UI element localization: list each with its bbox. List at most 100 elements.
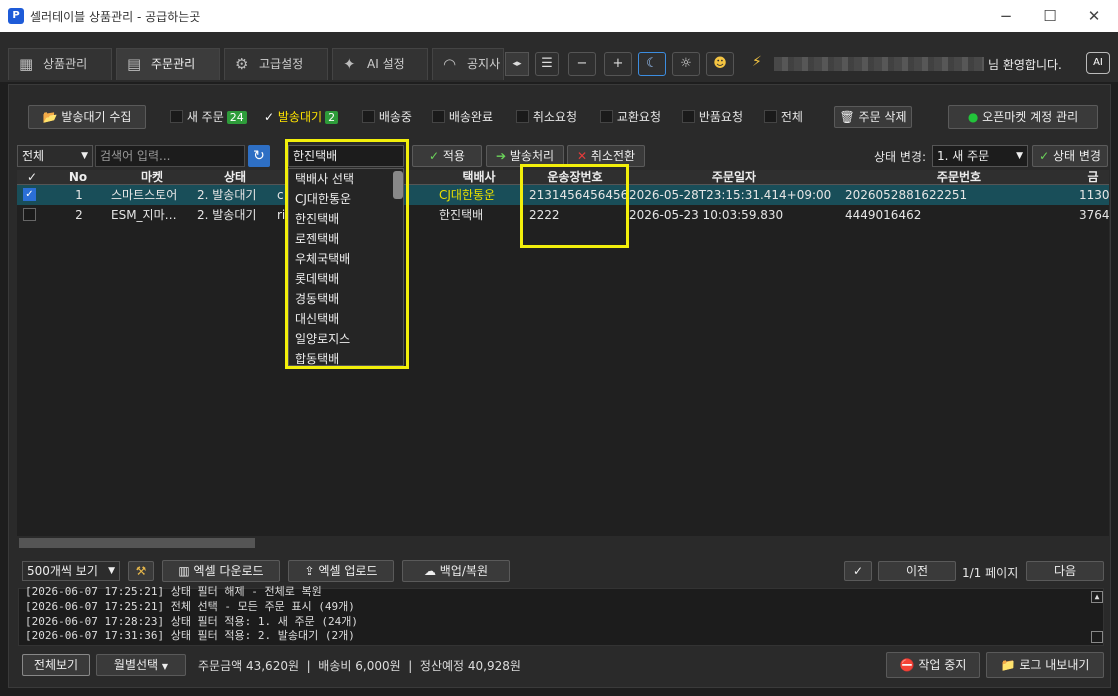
welcome-text: 님 환영합니다. bbox=[988, 58, 1062, 72]
search-input[interactable]: 검색어 입력... bbox=[95, 145, 245, 167]
scope-select[interactable]: 전체 ▼ bbox=[17, 145, 93, 167]
excel-upload-button[interactable]: ⇪ 엑셀 업로드 bbox=[288, 560, 394, 582]
cell-no: 2 bbox=[75, 208, 83, 222]
log-line: [2026-06-07 17:31:36] 상태 필터 적용: 2. 발송대기 … bbox=[25, 629, 355, 642]
filter-checkbox[interactable] bbox=[516, 110, 529, 123]
filter-cancel-req[interactable]: 취소요청 bbox=[516, 108, 577, 126]
header-status[interactable]: 상태 bbox=[195, 170, 275, 185]
close-icon[interactable]: ✕ bbox=[1084, 6, 1104, 26]
status-change-button[interactable]: ✓ 상태 변경 bbox=[1032, 145, 1108, 167]
tab-scroll-arrows[interactable]: ◂▸ bbox=[505, 52, 529, 76]
filter-exchange-req[interactable]: 교환요청 bbox=[600, 108, 661, 126]
maximize-icon[interactable]: ☐ bbox=[1040, 6, 1060, 26]
tab-ai[interactable]: ✦ AI 설정 bbox=[332, 48, 428, 80]
filter-checkbox[interactable] bbox=[170, 110, 183, 123]
sparkle-icon: ✦ bbox=[343, 55, 356, 73]
status-select[interactable]: 1. 새 주문 ▼ bbox=[932, 145, 1028, 167]
filter-shipping[interactable]: 배송중 bbox=[362, 108, 412, 126]
ai-chat-icon[interactable]: AI bbox=[1086, 52, 1110, 74]
header-check[interactable]: ✓ bbox=[17, 170, 47, 185]
collect-button[interactable]: 📂 발송대기 수집 bbox=[28, 105, 146, 129]
scroll-up-icon[interactable]: ▲ bbox=[1091, 591, 1103, 603]
folder-icon: 📂 bbox=[42, 110, 58, 124]
filter-return-req[interactable]: 반품요청 bbox=[682, 108, 743, 126]
filter-delivered[interactable]: 배송완료 bbox=[432, 108, 493, 126]
folder-icon: 📁 bbox=[1000, 658, 1016, 672]
scope-select-value: 전체 bbox=[22, 149, 45, 163]
monthly-label: 월별선택 bbox=[113, 658, 159, 672]
filter-checkbox[interactable] bbox=[600, 110, 613, 123]
arrow-right-icon: ➔ bbox=[495, 149, 507, 163]
filter-waiting[interactable]: ✓ 발송대기 2 bbox=[264, 108, 339, 126]
filter-label: 배송중 bbox=[378, 110, 412, 124]
header-order-date[interactable]: 주문일자 bbox=[627, 170, 841, 185]
page-size-select[interactable]: 500개씩 보기 ▼ bbox=[22, 561, 120, 581]
filter-label: 새 주문 bbox=[186, 110, 224, 124]
scroll-down-icon[interactable] bbox=[1091, 631, 1103, 643]
search-placeholder: 검색어 입력... bbox=[100, 149, 171, 163]
filter-checkbox[interactable] bbox=[432, 110, 445, 123]
chevron-down-icon: ▼ bbox=[81, 151, 88, 161]
tab-label: 주문관리 bbox=[151, 57, 196, 71]
cell-status: 2. 발송대기 bbox=[197, 208, 257, 222]
tab-notice[interactable]: ◠ 공지사 bbox=[432, 48, 504, 80]
openmarket-label: 오픈마켓 계정 관리 bbox=[982, 110, 1079, 124]
filter-label: 반품요청 bbox=[698, 110, 743, 124]
prev-button[interactable]: 이전 bbox=[878, 561, 956, 581]
backup-button[interactable]: ☁ 백업/복원 bbox=[402, 560, 510, 582]
apply-button[interactable]: ✓ 적용 bbox=[412, 145, 482, 167]
cell-order-no: 4449016462 bbox=[845, 208, 922, 222]
excel-download-button[interactable]: ▥ 엑셀 다운로드 bbox=[162, 560, 280, 582]
filter-checkbox[interactable] bbox=[682, 110, 695, 123]
emoji-icon[interactable]: ☻ bbox=[706, 52, 734, 76]
refresh-icon[interactable]: ↻ bbox=[248, 145, 270, 167]
next-button[interactable]: 다음 bbox=[1026, 561, 1104, 581]
cell-market: ESM_지마… bbox=[111, 208, 177, 222]
header-order-no[interactable]: 주문번호 bbox=[841, 170, 1077, 185]
sun-icon[interactable]: ☼ bbox=[672, 52, 700, 76]
trash-icon: 🗑 bbox=[839, 110, 855, 124]
log-export-button[interactable]: 📁 로그 내보내기 bbox=[986, 652, 1104, 678]
filter-label: 발송대기 bbox=[277, 110, 323, 124]
monthly-select-button[interactable]: 월별선택 ▼ bbox=[96, 654, 186, 676]
filter-label: 취소요청 bbox=[532, 110, 577, 124]
minimize-icon[interactable]: − bbox=[996, 6, 1016, 26]
row-checkbox[interactable]: ✓ bbox=[23, 188, 36, 201]
header-extra[interactable]: 금 bbox=[1077, 170, 1109, 185]
header-no[interactable]: No bbox=[47, 170, 109, 185]
check-icon: ✓ bbox=[429, 149, 440, 163]
filter-new[interactable]: 새 주문 24 bbox=[170, 108, 247, 126]
tab-order[interactable]: ▤ 주문관리 bbox=[116, 48, 220, 80]
upload-icon: ⇪ bbox=[304, 564, 315, 578]
moon-icon[interactable]: ☾ bbox=[638, 52, 666, 76]
header-courier[interactable]: 택배사 bbox=[435, 170, 523, 185]
log-export-label: 로그 내보내기 bbox=[1019, 658, 1090, 672]
highlight-box-courier bbox=[285, 139, 409, 369]
filter-checkbox[interactable] bbox=[362, 110, 375, 123]
title-bar: P 셀러테이블 상품관리 - 공급하는곳 − ☐ ✕ bbox=[0, 0, 1118, 32]
zoom-out-button[interactable]: − bbox=[568, 52, 596, 76]
ship-label: 발송처리 bbox=[509, 149, 555, 163]
filter-checkbox[interactable] bbox=[764, 110, 777, 123]
header-market[interactable]: 마켓 bbox=[109, 170, 195, 185]
check-icon[interactable]: ✓ bbox=[844, 561, 872, 581]
check-icon[interactable]: ✓ bbox=[264, 110, 274, 124]
horizontal-scrollbar[interactable] bbox=[17, 536, 1109, 550]
status-change-label: 상태 변경: bbox=[874, 150, 927, 164]
tab-product[interactable]: ▦ 상품관리 bbox=[8, 48, 112, 80]
check-icon: ✓ bbox=[1039, 149, 1050, 163]
hammer-icon[interactable]: ⚒ bbox=[128, 561, 154, 581]
stop-button[interactable]: ⛔ 작업 중지 bbox=[886, 652, 980, 678]
row-checkbox[interactable] bbox=[23, 208, 36, 221]
tab-advanced[interactable]: ⚙ 고급설정 bbox=[224, 48, 328, 80]
filter-all[interactable]: 전체 bbox=[764, 108, 803, 126]
chevron-down-icon: ▼ bbox=[161, 662, 169, 671]
tab-label: 고급설정 bbox=[259, 57, 304, 71]
hamburger-icon[interactable]: ☰ bbox=[535, 52, 559, 76]
stop-label: 작업 중지 bbox=[918, 658, 967, 672]
openmarket-button[interactable]: ● 오픈마켓 계정 관리 bbox=[948, 105, 1098, 129]
view-all-button[interactable]: 전체보기 bbox=[22, 654, 90, 676]
scrollbar-thumb[interactable] bbox=[19, 538, 255, 548]
zoom-in-button[interactable]: + bbox=[604, 52, 632, 76]
delete-order-button[interactable]: 🗑 주문 삭제 bbox=[834, 106, 912, 128]
